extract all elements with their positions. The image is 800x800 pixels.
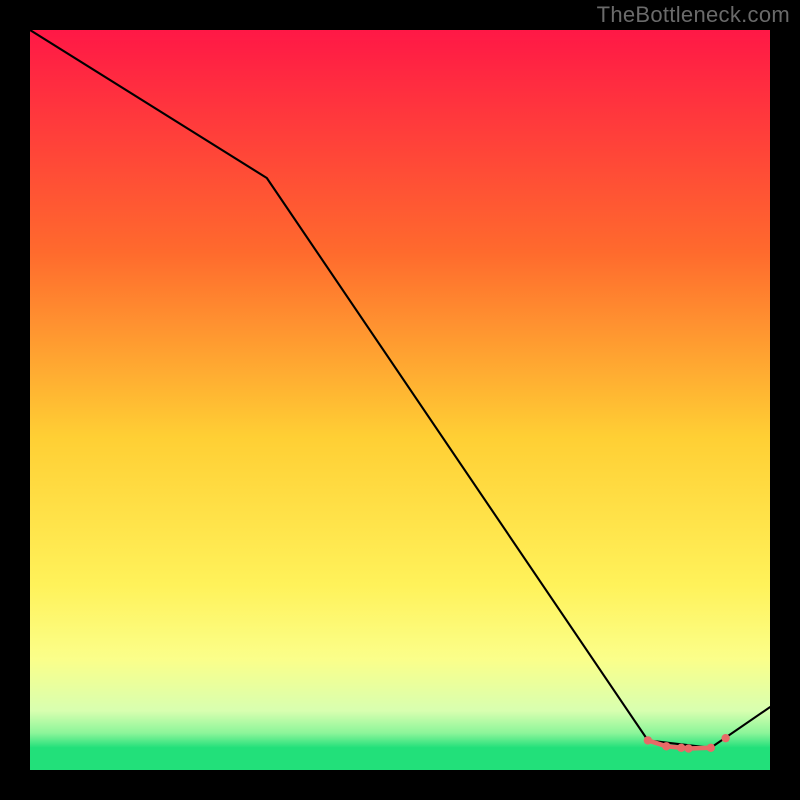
- heatmap-background: [30, 30, 770, 770]
- plot-area: [30, 30, 770, 770]
- chart-svg: [30, 30, 770, 770]
- chart-frame: TheBottleneck.com: [0, 0, 800, 800]
- marker-point: [721, 734, 729, 742]
- watermark-text: TheBottleneck.com: [597, 2, 790, 28]
